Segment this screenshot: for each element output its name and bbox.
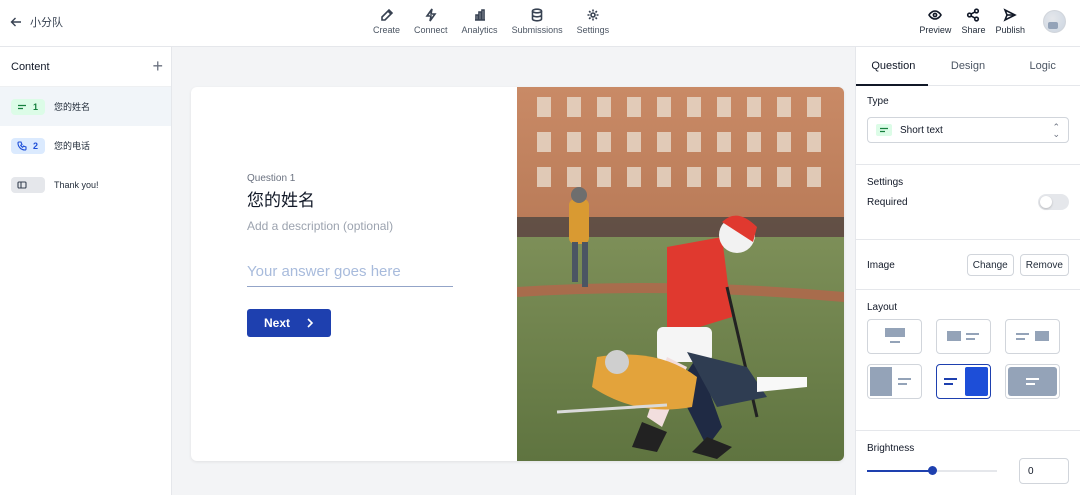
nav-connect[interactable]: Connect xyxy=(407,8,455,35)
question-title[interactable]: 您的姓名 xyxy=(247,186,457,211)
brightness-input[interactable]: 0 xyxy=(1019,458,1069,484)
layout-option-image-left-inline[interactable] xyxy=(936,319,991,354)
edit-icon xyxy=(380,8,393,21)
add-block-button[interactable]: + xyxy=(152,56,163,77)
question-area: Question 1 您的姓名 Add a description (optio… xyxy=(247,173,457,337)
nav-analytics[interactable]: Analytics xyxy=(455,8,505,35)
next-label: Next xyxy=(263,316,290,330)
nav-settings[interactable]: Settings xyxy=(570,8,617,35)
header-actions: Preview Share Publish xyxy=(919,8,1066,35)
question-card: Question 1 您的姓名 Add a description (optio… xyxy=(191,87,844,461)
required-label: Required xyxy=(867,196,908,208)
arrow-left-icon xyxy=(10,17,21,27)
nav-settings-label: Settings xyxy=(576,25,610,35)
short-text-chip: 1 xyxy=(11,98,45,115)
image-label: Image xyxy=(867,259,895,271)
database-icon xyxy=(531,8,543,22)
type-value: Short text xyxy=(900,124,943,136)
layout-option-split-left[interactable] xyxy=(867,364,922,399)
preview-button[interactable]: Preview xyxy=(919,8,951,35)
layout-option-image-top[interactable] xyxy=(867,319,922,354)
sidebar-item-label: 您的姓名 xyxy=(54,102,91,112)
layout-option-split-right[interactable] xyxy=(936,364,991,399)
change-image-button[interactable]: Change xyxy=(966,254,1014,276)
layout-options xyxy=(867,319,1069,399)
content-sidebar: Content + 1 您的姓名 2 您的电话 Thank you! xyxy=(0,47,172,495)
bar-chart-icon xyxy=(474,9,485,21)
main-nav: Create Connect Analytics Submissions Set… xyxy=(366,8,616,35)
brightness-label: Brightness xyxy=(867,443,915,454)
item-number: 1 xyxy=(33,101,39,112)
layout-label: Layout xyxy=(867,302,898,313)
item-number: 2 xyxy=(33,140,39,151)
phone-chip: 2 xyxy=(11,137,45,154)
editor-canvas: Question 1 您的姓名 Add a description (optio… xyxy=(172,47,855,495)
nav-create[interactable]: Create xyxy=(366,8,407,35)
answer-input[interactable] xyxy=(247,259,453,287)
tab-design[interactable]: Design xyxy=(931,47,1006,86)
end-screen-chip xyxy=(11,176,45,193)
image-section: Image Change Remove xyxy=(856,240,1080,290)
panel-tabs: Question Design Logic xyxy=(856,47,1080,86)
nav-submissions[interactable]: Submissions xyxy=(505,8,570,35)
short-text-icon xyxy=(876,124,892,136)
properties-panel: Question Design Logic Type Short text ⌃ ⌄… xyxy=(855,47,1080,495)
remove-image-button[interactable]: Remove xyxy=(1019,254,1069,276)
tab-question[interactable]: Question xyxy=(856,47,931,86)
sidebar-title: Content xyxy=(11,60,50,73)
settings-section: Settings Required xyxy=(856,165,1080,240)
short-text-icon xyxy=(18,104,26,109)
form-name: 小分队 xyxy=(30,17,63,29)
publish-button[interactable]: Publish xyxy=(995,8,1025,35)
type-select[interactable]: Short text ⌃ ⌄ xyxy=(867,117,1069,143)
sidebar-item-thank-you[interactable]: Thank you! xyxy=(0,165,171,204)
brightness-slider[interactable] xyxy=(867,459,997,483)
share-button[interactable]: Share xyxy=(961,8,985,35)
settings-label: Settings xyxy=(867,177,904,188)
share-label: Share xyxy=(961,25,986,35)
question-number: Question 1 xyxy=(247,173,296,184)
sidebar-item-label: 您的电话 xyxy=(54,141,91,151)
end-screen-icon xyxy=(17,180,27,189)
sidebar-header: Content + xyxy=(0,47,171,87)
lacrosse-photo xyxy=(517,87,844,461)
eye-icon xyxy=(928,10,943,20)
next-button[interactable]: Next xyxy=(247,309,331,337)
back-button[interactable]: 小分队 xyxy=(10,14,63,30)
nav-submissions-label: Submissions xyxy=(511,25,563,35)
nav-analytics-label: Analytics xyxy=(461,25,498,35)
type-label: Type xyxy=(867,96,889,107)
preview-label: Preview xyxy=(919,25,952,35)
sidebar-item-label: Thank you! xyxy=(54,179,99,190)
bolt-icon xyxy=(425,8,437,22)
slider-fill xyxy=(867,470,932,472)
avatar[interactable] xyxy=(1043,10,1066,33)
layout-section: Layout xyxy=(856,290,1080,431)
layout-option-image-right-inline[interactable] xyxy=(1005,319,1060,354)
sidebar-item-name[interactable]: 1 您的姓名 xyxy=(0,87,171,126)
nav-connect-label: Connect xyxy=(414,25,448,35)
layout-option-background[interactable] xyxy=(1005,364,1060,399)
question-image xyxy=(517,87,844,461)
chevron-updown-icon: ⌃ ⌄ xyxy=(1052,122,1060,139)
required-toggle[interactable] xyxy=(1038,194,1069,210)
chevron-right-icon xyxy=(307,318,314,328)
publish-label: Publish xyxy=(995,25,1025,35)
nav-create-label: Create xyxy=(373,25,401,35)
tab-logic[interactable]: Logic xyxy=(1005,47,1080,86)
question-description[interactable]: Add a description (optional) xyxy=(247,219,457,233)
gear-icon xyxy=(587,9,599,21)
slider-knob[interactable] xyxy=(928,466,937,475)
brightness-section: Brightness 0 xyxy=(856,431,1080,484)
top-bar: 小分队 Create Connect Analytics Submissions… xyxy=(0,0,1080,47)
active-tab-indicator xyxy=(856,84,928,86)
sidebar-item-phone[interactable]: 2 您的电话 xyxy=(0,126,171,165)
type-section: Type Short text ⌃ ⌄ xyxy=(856,86,1080,165)
phone-icon xyxy=(17,140,27,151)
send-icon xyxy=(1003,8,1018,22)
share-icon xyxy=(967,8,980,22)
